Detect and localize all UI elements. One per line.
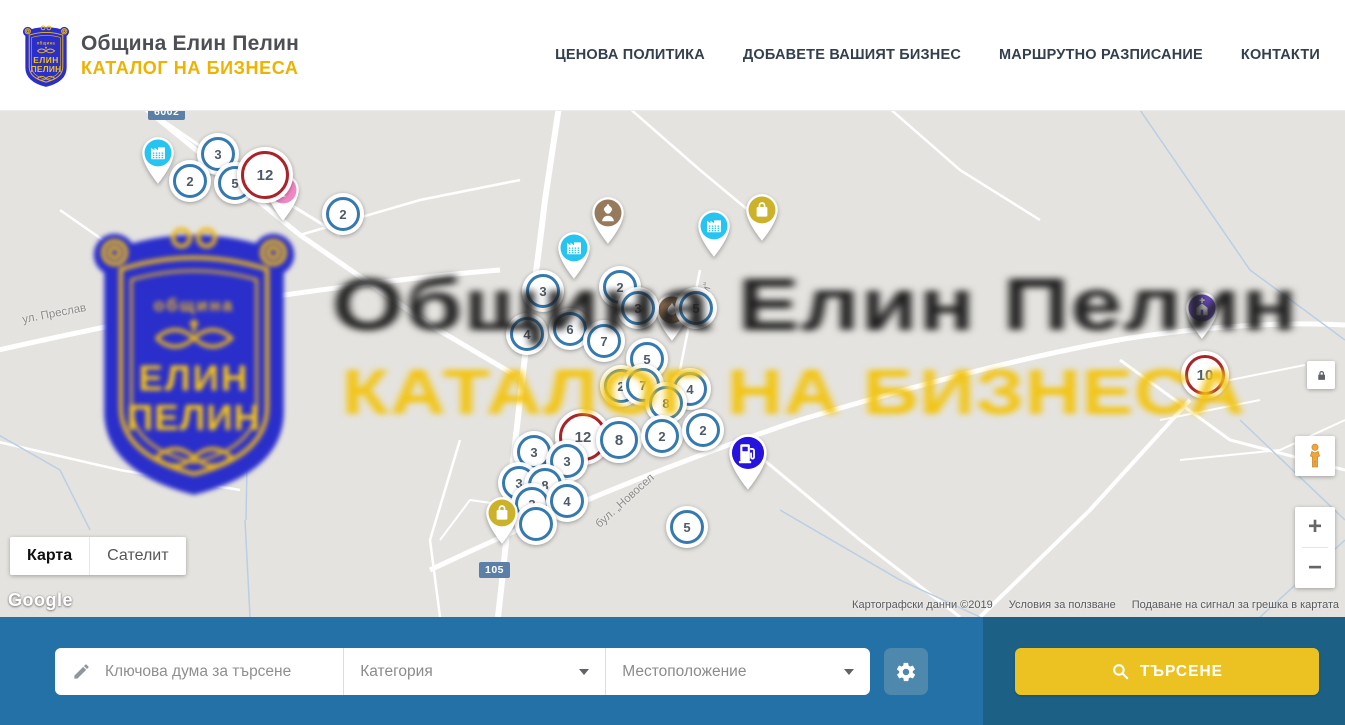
category-pin-fuel[interactable] [723,428,773,496]
search-bar-right-panel: ТЪРСЕНЕ [983,617,1345,725]
church-icon [1181,287,1223,340]
category-select[interactable]: Категория [343,648,605,695]
lock-button[interactable] [1307,361,1335,389]
street-view-pegman-button[interactable] [1295,436,1335,476]
cluster-marker[interactable]: 12 [237,147,293,203]
factory-icon [693,205,735,258]
cluster-marker[interactable]: 3 [617,287,659,329]
category-pin-shopping-bag[interactable] [741,189,783,247]
shopping-bag-icon [481,492,523,545]
header: Община Елин Пелин КАТАЛОГ НА БИЗНЕСА ЦЕН… [0,0,1345,111]
pegman-icon [1304,443,1326,469]
search-button-label: ТЪРСЕНЕ [1140,663,1223,681]
brand-logo-link[interactable]: Община Елин Пелин КАТАЛОГ НА БИЗНЕСА [22,22,299,88]
location-select[interactable]: Местоположение [605,648,870,695]
cluster-marker[interactable]: 5 [675,287,717,329]
attribution-data: Картографски данни ©2019 [852,599,993,611]
nav-contacts[interactable]: КОНТАКТИ [1241,47,1320,63]
zoom-control: + − [1295,507,1335,588]
nav-pricing[interactable]: ЦЕНОВА ПОЛИТИКА [555,47,705,63]
search-field-group: Категория Местоположение [55,648,870,695]
cluster-marker[interactable]: 4 [506,313,548,355]
zoom-out-button[interactable]: − [1295,548,1335,588]
site-subtitle: КАТАЛОГ НА БИЗНЕСА [81,58,299,79]
category-pin-church[interactable] [1181,287,1223,345]
category-select-label: Категория [360,663,432,681]
attribution-report-link[interactable]: Подаване на сигнал за грешка в картата [1132,599,1339,611]
cluster-marker[interactable]: 7 [583,320,625,362]
cluster-marker[interactable]: 2 [682,409,724,451]
cluster-marker[interactable]: 2 [322,193,364,235]
keyword-field [55,648,343,695]
gear-icon [895,661,917,683]
map-type-control: Карта Сателит [10,537,186,575]
attribution-terms-link[interactable]: Условия за ползване [1009,599,1116,611]
zoom-in-button[interactable]: + [1295,507,1335,547]
cluster-marker[interactable]: 8 [596,417,642,463]
pencil-icon [72,662,91,681]
map-type-satellite-button[interactable]: Сателит [89,537,185,575]
shopping-bag-icon [741,189,783,242]
nav-add-business[interactable]: ДОБАВЕТЕ ВАШИЯТ БИЗНЕС [743,47,961,63]
category-pin-factory[interactable] [553,227,595,285]
keyword-search-input[interactable] [103,662,343,682]
advanced-settings-button[interactable] [884,648,928,695]
lock-icon [1314,368,1329,383]
category-pin-shopping-bag[interactable] [481,492,523,550]
cluster-marker[interactable]: 10 [1181,351,1229,399]
fuel-icon [723,428,773,491]
category-pin-factory[interactable] [137,132,179,190]
municipality-crest-logo [22,22,70,88]
chevron-down-icon [844,669,854,675]
search-bar: Категория Местоположение ТЪРСЕНЕ [0,617,1345,725]
map-canvas[interactable]: 6002105ул. Преславбул. „Новоселции“ 3251… [0,110,1345,617]
road-number-badge: 6002 [148,110,185,120]
factory-icon [137,132,179,185]
site-title: Община Елин Пелин [81,32,299,56]
search-icon [1111,662,1130,681]
main-nav: ЦЕНОВА ПОЛИТИКА ДОБАВЕТЕ ВАШИЯТ БИЗНЕС МАР… [555,47,1320,63]
cluster-marker[interactable]: 2 [641,415,683,457]
search-button[interactable]: ТЪРСЕНЕ [1015,648,1319,695]
location-select-label: Местоположение [622,663,746,681]
nav-route-schedule[interactable]: МАРШРУТНО РАЗПИСАНИЕ [999,47,1203,63]
road-number-badge: 105 [479,562,510,578]
map-type-map-button[interactable]: Карта [10,537,89,575]
category-pin-factory[interactable] [693,205,735,263]
cluster-marker[interactable]: 5 [666,506,708,548]
google-logo[interactable]: Google [8,590,73,611]
map-attribution: Картографски данни ©2019 Условия за полз… [852,599,1339,611]
factory-icon [553,227,595,280]
chevron-down-icon [579,669,589,675]
page: Община Елин Пелин КАТАЛОГ НА БИЗНЕСА ЦЕН… [0,0,1345,725]
